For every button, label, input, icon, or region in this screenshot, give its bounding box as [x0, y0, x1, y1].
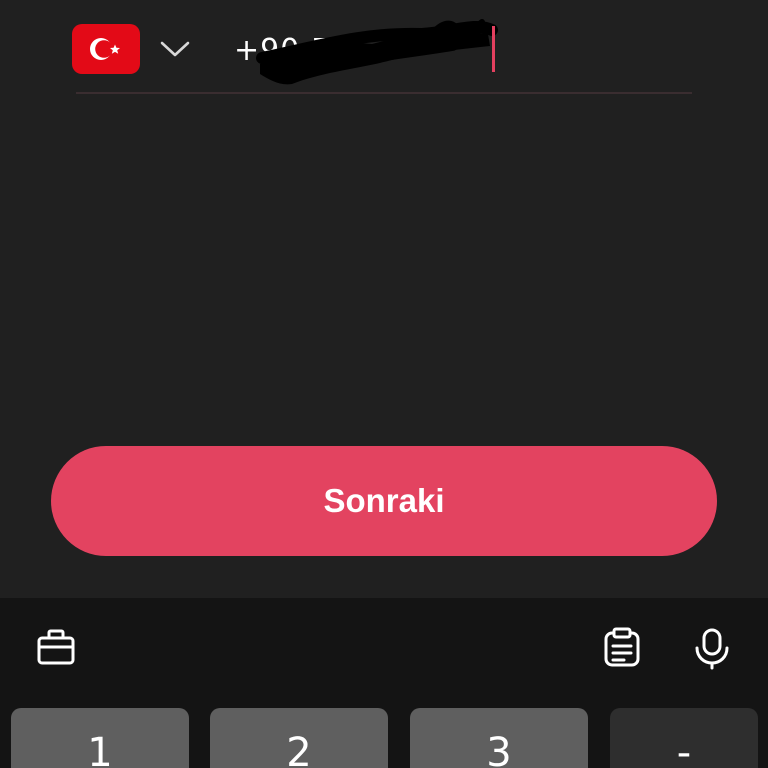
key-2[interactable]: 2: [210, 708, 388, 768]
phone-field-underline: [76, 92, 692, 94]
redaction-scribble: [256, 19, 498, 85]
key-1[interactable]: 1: [11, 708, 189, 768]
clipboard-icon[interactable]: [600, 626, 644, 670]
key-3[interactable]: 3: [410, 708, 588, 768]
phone-entry-screen: +90 5 Sonraki 1 2 3 -: [0, 0, 768, 768]
next-button[interactable]: Sonraki: [51, 446, 717, 556]
microphone-icon[interactable]: [690, 626, 734, 670]
country-selector[interactable]: [72, 24, 140, 74]
text-cursor: [492, 26, 495, 72]
key-minus[interactable]: -: [610, 708, 758, 768]
numeric-keyboard: 1 2 3 -: [0, 598, 768, 768]
turkey-flag-icon: [90, 38, 120, 60]
chevron-down-icon[interactable]: [160, 36, 190, 62]
briefcase-icon[interactable]: [34, 626, 78, 670]
